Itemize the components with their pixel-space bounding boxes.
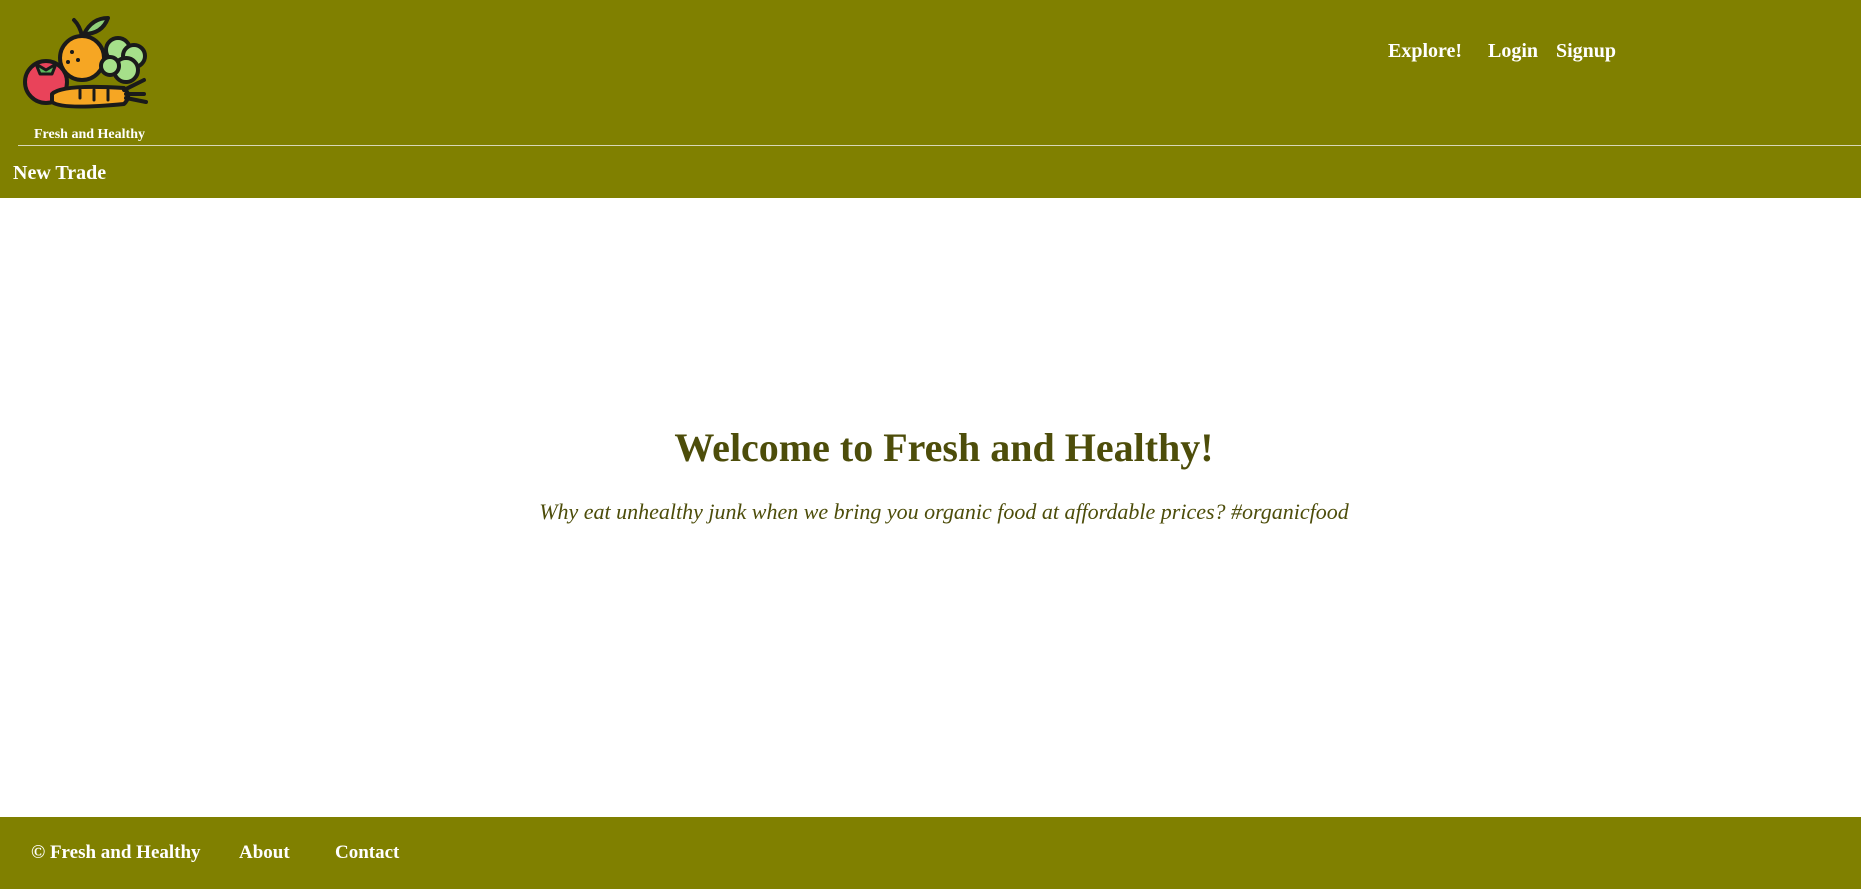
fruit-vegetable-basket-icon: [23, 16, 148, 109]
main-content: Welcome to Fresh and Healthy! Why eat un…: [0, 198, 1861, 817]
hero-title: Welcome to Fresh and Healthy!: [674, 425, 1214, 470]
footer-about-link[interactable]: About: [239, 842, 290, 864]
page: Fresh and Healthy Explore! Login Signup …: [0, 0, 1861, 889]
header-divider: [18, 145, 1861, 146]
brand-caption: Fresh and Healthy: [34, 127, 145, 142]
site-footer: © Fresh and Healthy About Contact: [0, 817, 1861, 889]
logo-link[interactable]: [22, 12, 152, 120]
nav-signup-link[interactable]: Signup: [1556, 40, 1616, 63]
new-trade-link[interactable]: New Trade: [13, 162, 106, 185]
footer-contact-link[interactable]: Contact: [335, 842, 399, 864]
footer-copyright: © Fresh and Healthy: [31, 842, 201, 863]
hero-subtitle: Why eat unhealthy junk when we bring you…: [539, 499, 1349, 524]
nav-explore-link[interactable]: Explore!: [1388, 40, 1462, 63]
nav-login-link[interactable]: Login: [1488, 40, 1538, 63]
site-header: Fresh and Healthy Explore! Login Signup …: [0, 0, 1861, 198]
